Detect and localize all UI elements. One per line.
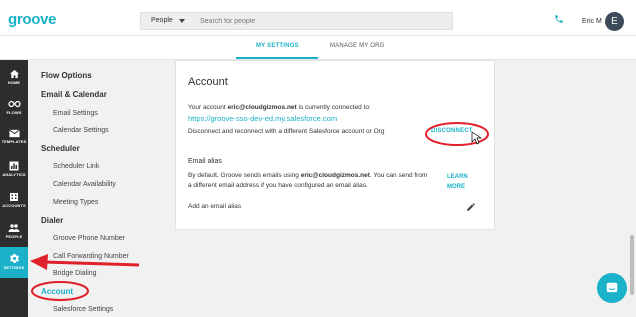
connected-account-text: Your account eric@cloudgizmos.net is cur… bbox=[188, 104, 371, 111]
nav-rail: HOME FLOWS TEMPLATES ANALYTICS ACCOUNTS … bbox=[0, 60, 28, 317]
alias-description-line1: By default, Groove sends emails using er… bbox=[188, 172, 427, 179]
home-icon bbox=[9, 69, 19, 79]
sidebar-item-account[interactable]: Account bbox=[41, 287, 73, 296]
nav-settings[interactable]: SETTINGS bbox=[0, 247, 28, 278]
tab-my-settings[interactable]: MY SETTINGS bbox=[256, 43, 299, 49]
nav-people-label: PEOPLE bbox=[5, 234, 23, 239]
mail-icon bbox=[8, 129, 20, 138]
sidebar-item-call-forwarding-number[interactable]: Call Forwarding Number bbox=[53, 253, 129, 260]
infinity-icon bbox=[7, 100, 21, 108]
nav-people[interactable]: PEOPLE bbox=[0, 217, 28, 247]
sidebar-item-bridge-dialing[interactable]: Bridge Dialing bbox=[53, 270, 97, 277]
alias-description-line2: a different email address if you have co… bbox=[188, 182, 368, 189]
nav-templates-label: TEMPLATES bbox=[1, 139, 27, 144]
search-scope-select[interactable]: People bbox=[141, 13, 194, 29]
sidebar-item-flow-options[interactable]: Flow Options bbox=[41, 71, 92, 80]
nav-templates[interactable]: TEMPLATES bbox=[0, 123, 28, 153]
user-name[interactable]: Eric M bbox=[582, 18, 602, 25]
nav-home-label: HOME bbox=[7, 80, 21, 85]
sidebar-item-groove-phone-number[interactable]: Groove Phone Number bbox=[53, 235, 125, 242]
search-bar: People bbox=[140, 12, 453, 30]
active-tab-underline bbox=[236, 57, 318, 59]
page-scrollbar[interactable] bbox=[628, 60, 636, 317]
connected-suffix: is currently connected to: bbox=[296, 104, 371, 111]
chat-icon bbox=[606, 282, 618, 293]
alias-line1-suffix: . You can send from bbox=[369, 172, 428, 179]
sidebar-item-email-settings[interactable]: Email Settings bbox=[53, 110, 98, 117]
chat-launcher-button[interactable] bbox=[597, 273, 627, 303]
gear-icon bbox=[9, 253, 19, 264]
sidebar-item-salesforce-settings[interactable]: Salesforce Settings bbox=[53, 306, 113, 313]
avatar[interactable]: E bbox=[605, 12, 624, 31]
nav-settings-label: SETTINGS bbox=[3, 265, 25, 270]
card-title: Account bbox=[188, 76, 228, 88]
add-email-alias-label[interactable]: Add an email alias bbox=[188, 203, 241, 210]
tab-manage-my-org[interactable]: MANAGE MY ORG bbox=[330, 43, 385, 49]
alias-email: eric@cloudgizmos.net bbox=[300, 172, 370, 179]
top-bar: groove People Eric M E bbox=[0, 0, 636, 36]
connected-email: eric@cloudgizmos.net bbox=[227, 104, 297, 111]
salesforce-url-link[interactable]: https://groove-sso-dev-ed.my.salesforce.… bbox=[188, 114, 337, 123]
search-input[interactable] bbox=[196, 13, 451, 29]
building-icon bbox=[10, 193, 18, 201]
nav-flows-label: FLOWS bbox=[6, 110, 22, 115]
alias-line1-prefix: By default, Groove sends emails using bbox=[188, 172, 301, 179]
settings-sidebar: Flow Options Email & Calendar Email Sett… bbox=[28, 60, 168, 317]
scroll-thumb[interactable] bbox=[630, 235, 634, 295]
sidebar-section-scheduler: Scheduler bbox=[41, 144, 80, 153]
settings-tabs: MY SETTINGS MANAGE MY ORG bbox=[0, 36, 636, 60]
nav-flows[interactable]: FLOWS bbox=[0, 93, 28, 123]
account-card: Account Your account eric@cloudgizmos.ne… bbox=[175, 60, 495, 230]
sidebar-item-calendar-availability[interactable]: Calendar Availability bbox=[53, 181, 116, 188]
sidebar-section-email-calendar: Email & Calendar bbox=[41, 90, 107, 99]
sidebar-item-calendar-settings[interactable]: Calendar Settings bbox=[53, 127, 109, 134]
pencil-icon[interactable] bbox=[466, 202, 476, 212]
nav-accounts-label: ACCOUNTS bbox=[2, 203, 26, 208]
learn-more-link[interactable]: LEARN MORE bbox=[447, 172, 477, 192]
chevron-down-icon bbox=[179, 19, 185, 23]
disconnect-button[interactable]: DISCONNECT bbox=[431, 128, 473, 134]
sidebar-section-dialer: Dialer bbox=[41, 216, 64, 225]
nav-home[interactable]: HOME bbox=[0, 63, 28, 93]
nav-analytics[interactable]: ANALYTICS bbox=[0, 155, 28, 185]
sidebar-item-meeting-types[interactable]: Meeting Types bbox=[53, 199, 98, 206]
nav-analytics-label: ANALYTICS bbox=[2, 172, 26, 177]
email-alias-heading: Email alias bbox=[188, 158, 222, 165]
people-icon bbox=[8, 224, 20, 232]
groove-logo[interactable]: groove bbox=[8, 11, 57, 28]
sidebar-item-scheduler-link[interactable]: Scheduler Link bbox=[53, 163, 99, 170]
chart-icon bbox=[9, 161, 19, 171]
phone-icon[interactable] bbox=[554, 14, 564, 24]
disconnect-description: Disconnect and reconnect with a differen… bbox=[188, 128, 385, 135]
nav-accounts[interactable]: ACCOUNTS bbox=[0, 186, 28, 216]
search-scope-label: People bbox=[151, 17, 173, 24]
connected-prefix: Your account bbox=[188, 104, 228, 111]
